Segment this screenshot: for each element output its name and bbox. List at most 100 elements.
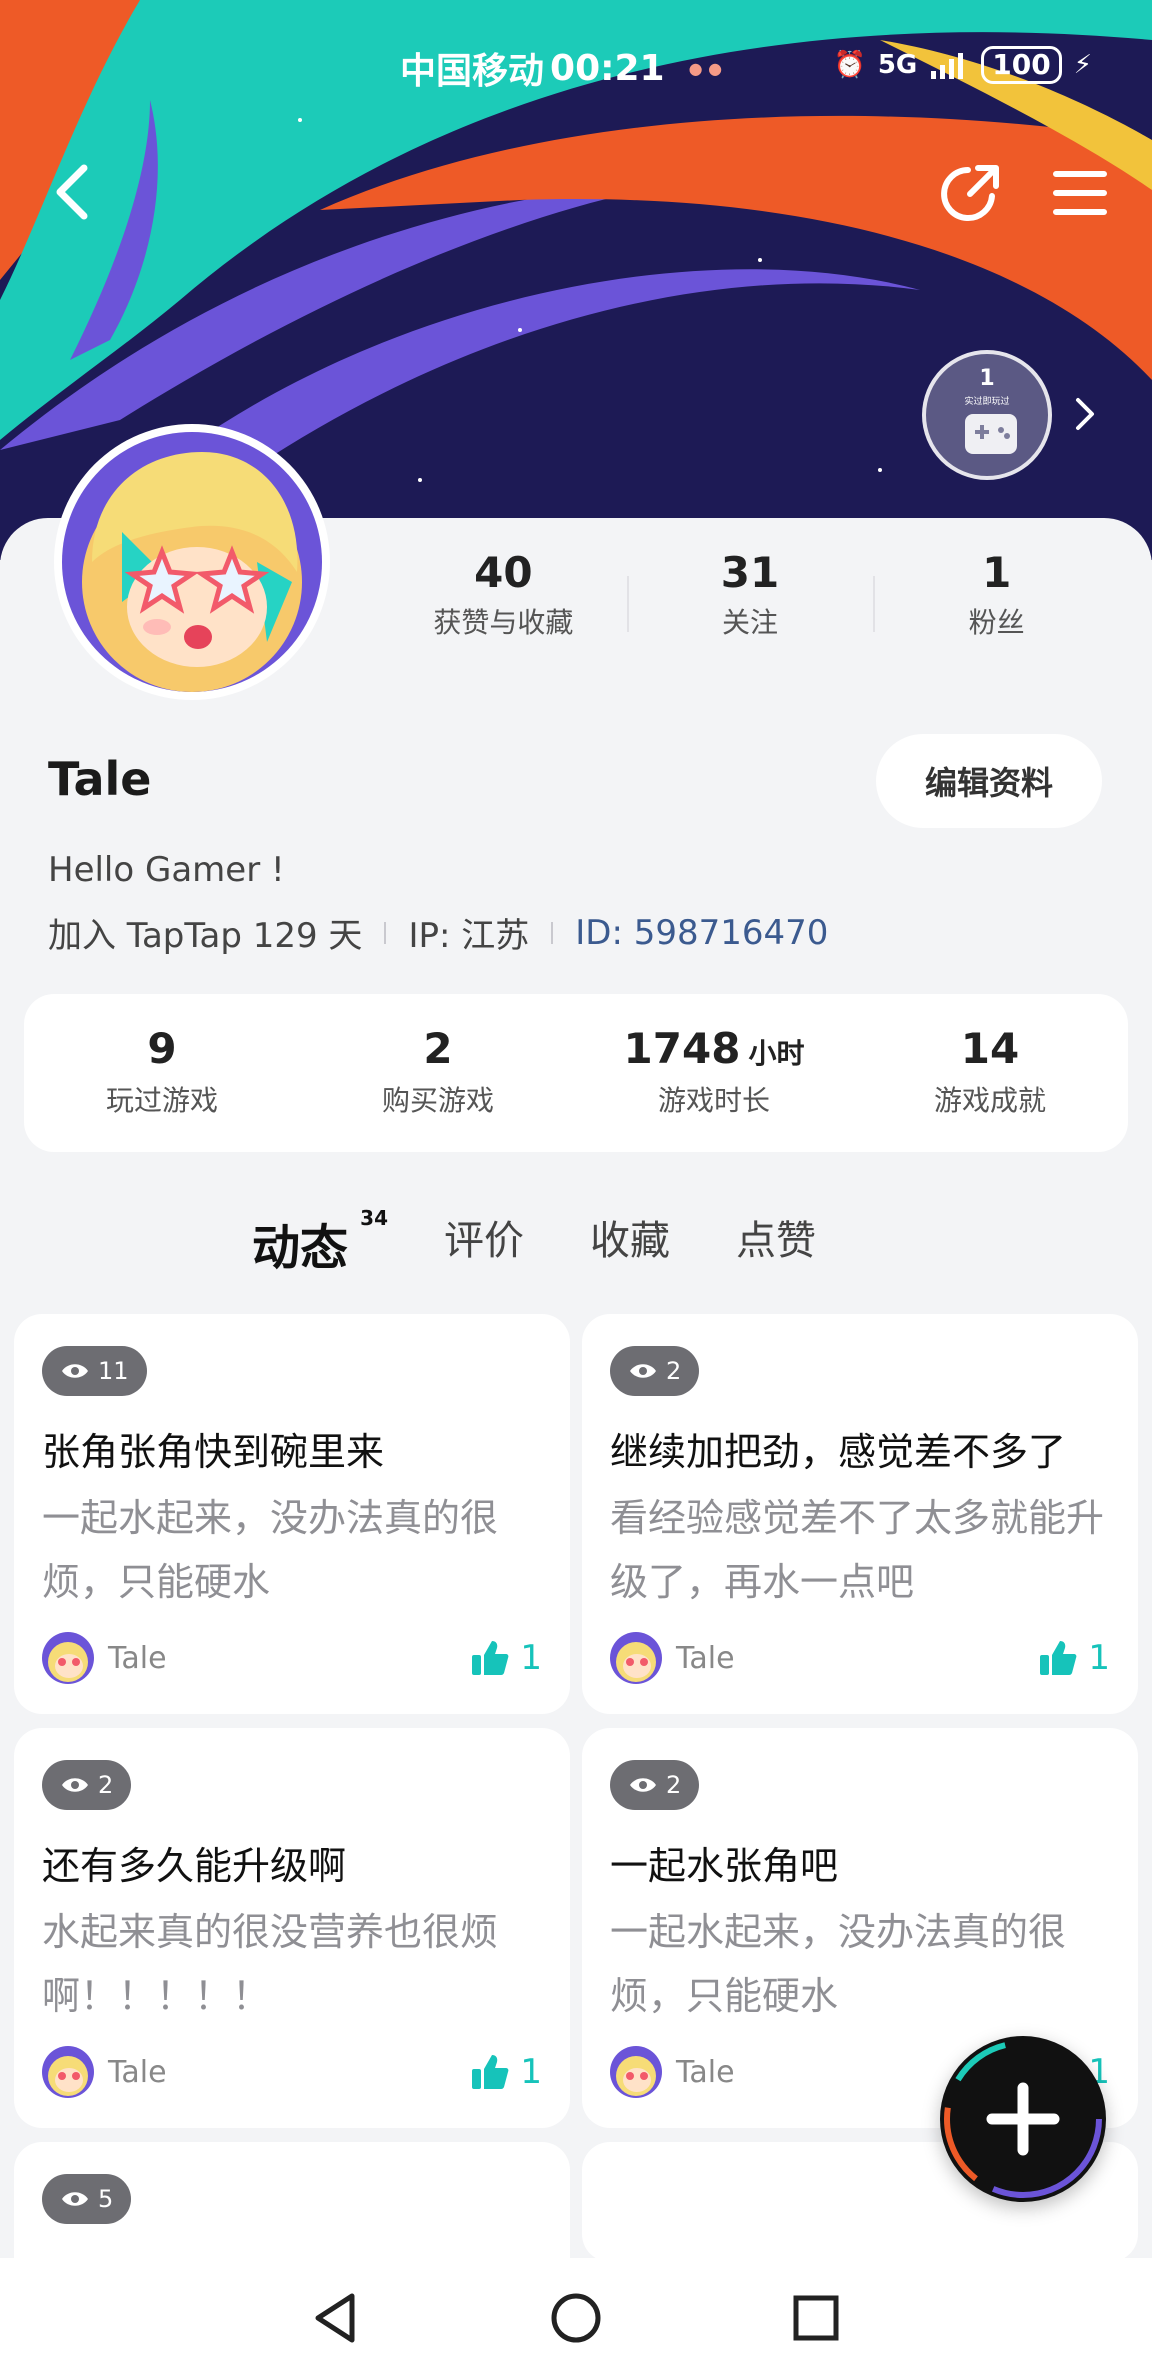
user-id[interactable]: ID: 598716470 <box>575 913 828 953</box>
post-card[interactable]: 2 继续加把劲，感觉差不多了 看经验感觉差不了太多就能升级了，再水一点吧 Tal… <box>582 1314 1138 1714</box>
back-icon[interactable] <box>48 162 98 222</box>
view-count-value: 2 <box>666 1771 682 1799</box>
edit-profile-button[interactable]: 编辑资料 <box>876 734 1102 828</box>
alarm-icon: ⏰ <box>833 50 866 80</box>
badge-count: 1 <box>979 366 995 391</box>
status-bar: 中国移动 00:21 ● ● ⏰ 5G 100 ⚡ <box>0 38 1152 98</box>
post-title: 一起水张角吧 <box>610 1844 839 1888</box>
post-snippet: 水起来真的很没营养也很烦啊！！！！！ <box>42 1910 499 2018</box>
thumbs-up-icon <box>1040 1641 1077 1675</box>
post-author[interactable]: Tale <box>42 2046 167 2098</box>
stat-value: 40 <box>474 548 533 597</box>
bio: Hello Gamer ! <box>48 850 285 890</box>
notification-icon: ● ● <box>688 58 723 78</box>
post-author[interactable]: Tale <box>610 2046 735 2098</box>
back-nav-icon[interactable] <box>308 2290 364 2346</box>
eye-icon <box>630 1364 656 1378</box>
create-post-button[interactable] <box>940 2036 1106 2202</box>
battery-indicator: 100 <box>981 46 1062 84</box>
carrier-label: 中国移动 <box>400 51 545 92</box>
stat-value: 31 <box>720 548 780 597</box>
view-count-value: 2 <box>98 1771 114 1799</box>
divider <box>384 921 387 944</box>
tab-favorites[interactable]: 收藏 <box>590 1208 670 1266</box>
stat-value: 9 <box>147 1024 177 1073</box>
post-card[interactable]: 11 张角张角快到碗里来 一起水起来，没办法真的很烦，只能硬水 Tale 1 <box>14 1314 570 1714</box>
stat-likes-favorites[interactable]: 40 获赞与收藏 <box>380 548 627 658</box>
stat-games-purchased[interactable]: 2 购买游戏 <box>300 994 576 1152</box>
tab-reviews[interactable]: 评价 <box>444 1208 524 1266</box>
share-icon[interactable] <box>938 160 1004 226</box>
stat-label: 游戏成就 <box>933 1084 1046 1117</box>
stat-achievements[interactable]: 14 游戏成就 <box>852 994 1128 1152</box>
author-avatar <box>610 2046 662 2098</box>
like-count: 1 <box>520 1638 542 1678</box>
stat-play-time[interactable]: 1748 小时 游戏时长 <box>576 994 852 1152</box>
stat-games-played[interactable]: 9 玩过游戏 <box>24 994 300 1152</box>
like-button[interactable]: 1 <box>1038 1638 1110 1678</box>
eye-icon <box>62 2192 88 2206</box>
author-name: Tale <box>676 1640 735 1676</box>
profile-meta: 加入 TapTap 129 天 IP: 江苏 ID: 598716470 <box>48 908 828 957</box>
game-stats: 9 玩过游戏 2 购买游戏 1748 小时 游戏时长 14 游戏成就 <box>24 994 1128 1152</box>
like-count: 1 <box>520 2052 542 2092</box>
post-snippet: 一起水起来，没办法真的很烦，只能硬水 <box>610 1910 1067 2018</box>
profile-stats: 40 获赞与收藏 31 关注 1 粉丝 <box>380 548 1120 658</box>
like-button[interactable]: 1 <box>470 2052 542 2092</box>
post-card[interactable]: 2 还有多久能升级啊 水起来真的很没营养也很烦啊！！！！！ Tale 1 <box>14 1728 570 2128</box>
home-nav-icon[interactable] <box>548 2290 604 2346</box>
tab-count: 34 <box>360 1206 389 1230</box>
author-avatar <box>610 1632 662 1684</box>
thumbs-up-icon <box>472 2055 509 2089</box>
eye-icon <box>62 1778 88 1792</box>
author-name: Tale <box>676 2054 735 2090</box>
post-snippet: 看经验感觉差不了太多就能升级了，再水一点吧 <box>610 1496 1105 1604</box>
author-avatar <box>42 1632 94 1684</box>
content-tabs: 动态 34 评价 收藏 点赞 <box>252 1206 882 1288</box>
post-snippet: 一起水起来，没办法真的很烦，只能硬水 <box>42 1496 499 1604</box>
stat-followers[interactable]: 1 粉丝 <box>873 548 1120 658</box>
thumbs-up-icon <box>472 1641 509 1675</box>
post-title: 继续加把劲，感觉差不多了 <box>610 1430 1067 1474</box>
view-count: 2 <box>610 1760 700 1810</box>
stat-value: 14 <box>960 1024 1020 1073</box>
network-label: 5G <box>877 50 918 80</box>
view-count: 2 <box>42 1760 132 1810</box>
stat-following[interactable]: 31 关注 <box>626 548 874 658</box>
badge-caption: 实过即玩过 <box>964 397 1010 407</box>
recents-nav-icon[interactable] <box>788 2290 844 2346</box>
avatar[interactable] <box>54 424 330 700</box>
author-avatar <box>42 2046 94 2098</box>
stat-value: 1748 <box>623 1024 741 1073</box>
stat-label: 获赞与收藏 <box>433 606 574 639</box>
chevron-right-icon[interactable] <box>1072 394 1100 434</box>
stat-unit: 小时 <box>748 1037 805 1070</box>
post-card[interactable]: 5 <box>14 2142 570 2258</box>
menu-icon[interactable] <box>1052 168 1108 218</box>
tab-likes[interactable]: 点赞 <box>736 1208 816 1266</box>
feed-column-left: 11 张角张角快到碗里来 一起水起来，没办法真的很烦，只能硬水 Tale 1 2 <box>14 1314 570 2258</box>
divider <box>551 921 554 944</box>
view-count: 2 <box>610 1346 700 1396</box>
joined-days: 加入 TapTap 129 天 <box>48 916 363 956</box>
ip-location: IP: 江苏 <box>408 916 530 956</box>
post-title: 还有多久能升级啊 <box>42 1844 347 1888</box>
played-badge[interactable]: 1 实过即玩过 <box>922 350 1052 480</box>
view-count: 11 <box>42 1346 147 1396</box>
tab-posts[interactable]: 动态 34 <box>252 1206 388 1282</box>
tab-label: 动态 <box>252 1220 349 1276</box>
system-navigation-bar <box>0 2258 1152 2376</box>
stat-label: 购买游戏 <box>381 1084 494 1117</box>
view-count: 5 <box>42 2174 132 2224</box>
avatar-image <box>62 432 322 692</box>
username: Tale <box>48 752 152 806</box>
signal-icon <box>931 53 964 79</box>
post-author[interactable]: Tale <box>42 1632 167 1684</box>
stat-label: 关注 <box>722 606 779 639</box>
like-button[interactable]: 1 <box>470 1638 542 1678</box>
like-count: 1 <box>1088 1638 1110 1678</box>
post-title: 张角张角快到碗里来 <box>42 1430 385 1474</box>
author-name: Tale <box>108 1640 167 1676</box>
stat-value: 2 <box>423 1024 453 1073</box>
post-author[interactable]: Tale <box>610 1632 735 1684</box>
